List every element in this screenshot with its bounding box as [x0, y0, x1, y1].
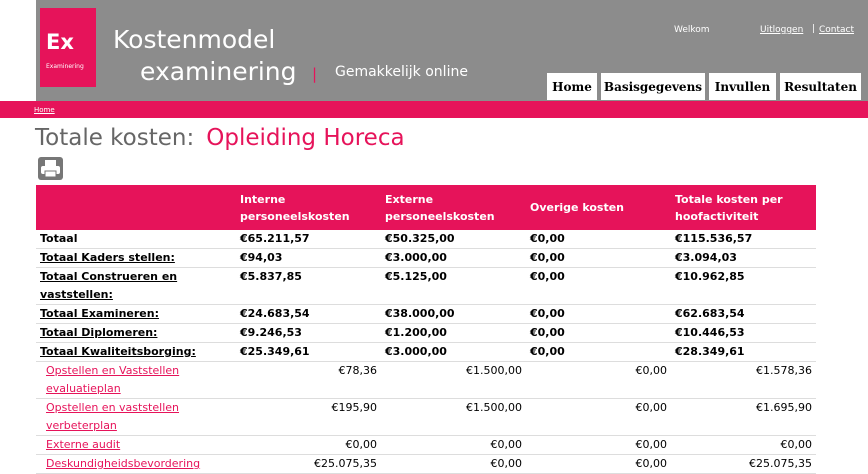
col-header-label	[36, 185, 236, 230]
cell-interne: €25.349,61	[236, 342, 381, 362]
welcome-text: Welkom	[674, 25, 710, 35]
table-row: Totaal €65.211,57 €50.325,00 €0,00 €115.…	[36, 230, 816, 249]
cell-interne: €78,36	[236, 361, 381, 399]
table-row: Totaal Kwaliteitsborging: €25.349,61 €3.…	[36, 342, 816, 362]
row-link[interactable]: Deskundigheidsbevordering	[36, 454, 236, 474]
logo: Ex Examinering	[40, 8, 96, 87]
cell-overige: €0,00	[526, 398, 671, 436]
table-header-row: Interne personeelskosten Externe persone…	[36, 185, 816, 230]
cell-totaal: €115.536,57	[671, 230, 816, 249]
cell-overige: €0,00	[526, 248, 671, 268]
cell-overige: €0,00	[526, 435, 671, 455]
row-label: Totaal Kwaliteitsborging:	[36, 342, 236, 362]
cell-interne: €65.211,57	[236, 230, 381, 249]
site-tagline: Gemakkelijk online	[335, 64, 468, 80]
cell-totaal: €0,00	[671, 435, 816, 455]
cell-overige: €0,00	[526, 361, 671, 399]
cell-externe: €1.200,00	[381, 323, 526, 343]
cell-totaal: €28.349,61	[671, 342, 816, 362]
col-header-interne: Interne personeelskosten	[240, 192, 350, 223]
row-label: Totaal	[36, 230, 236, 249]
cell-overige: €0,00	[526, 230, 671, 249]
cell-interne: €9.246,53	[236, 323, 381, 343]
row-label: Totaal Diplomeren:	[36, 323, 236, 343]
cell-interne: €195,90	[236, 398, 381, 436]
nav-basisgegevens[interactable]: Basisgegevens	[601, 73, 705, 100]
nav-invullen[interactable]: Invullen	[709, 73, 776, 100]
page-title-label: Totale kosten:	[35, 125, 195, 151]
cell-overige: €0,00	[526, 267, 671, 305]
nav-resultaten[interactable]: Resultaten	[780, 73, 861, 100]
table-row: Deskundigheidsbevordering €25.075,35 €0,…	[36, 454, 816, 474]
cell-interne: €94,03	[236, 248, 381, 268]
cell-totaal: €1.578,36	[671, 361, 816, 399]
logo-text: Ex	[46, 30, 74, 54]
cell-externe: €1.500,00	[381, 361, 526, 399]
cell-totaal: €10.962,85	[671, 267, 816, 305]
row-label: Totaal Examineren:	[36, 304, 236, 324]
table-row: Totaal Diplomeren: €9.246,53 €1.200,00 €…	[36, 323, 816, 343]
costs-table: Interne personeelskosten Externe persone…	[36, 185, 816, 474]
breadcrumb-bar	[0, 101, 868, 118]
cell-interne: €0,00	[236, 435, 381, 455]
table-row: Totaal Kaders stellen: €94,03 €3.000,00 …	[36, 248, 816, 268]
breadcrumb-home[interactable]: Home	[34, 106, 55, 114]
contact-link[interactable]: Contact	[819, 25, 854, 35]
table-row: Externe audit €0,00 €0,00 €0,00 €0,00	[36, 435, 816, 455]
cell-totaal: €25.075,35	[671, 454, 816, 474]
cell-interne: €25.075,35	[236, 454, 381, 474]
table-row: Totaal Examineren: €24.683,54 €38.000,00…	[36, 304, 816, 324]
nav-home[interactable]: Home	[547, 73, 597, 100]
cell-totaal: €10.446,53	[671, 323, 816, 343]
row-label: Totaal Construeren en vaststellen:	[36, 267, 236, 305]
print-icon[interactable]	[38, 157, 63, 180]
col-header-externe: Externe personeelskosten	[385, 192, 495, 223]
cell-overige: €0,00	[526, 454, 671, 474]
cell-overige: €0,00	[526, 342, 671, 362]
site-title-line1: Kostenmodel	[113, 25, 276, 54]
row-link[interactable]: Opstellen en Vaststellen evaluatieplan	[36, 361, 236, 399]
cell-externe: €3.000,00	[381, 342, 526, 362]
col-header-overige: Overige kosten	[530, 201, 625, 214]
cell-externe: €0,00	[381, 435, 526, 455]
cell-overige: €0,00	[526, 304, 671, 324]
logo-subtext: Examinering	[46, 63, 84, 70]
cell-interne: €5.837,85	[236, 267, 381, 305]
cell-totaal: €1.695,90	[671, 398, 816, 436]
cell-externe: €1.500,00	[381, 398, 526, 436]
col-header-totaal: Totale kosten per hoofactiviteit	[675, 192, 783, 223]
table-row: Opstellen en Vaststellen evaluatieplan €…	[36, 361, 816, 399]
cell-externe: €5.125,00	[381, 267, 526, 305]
cell-overige: €0,00	[526, 323, 671, 343]
table-row: Totaal Construeren en vaststellen: €5.83…	[36, 267, 816, 305]
cell-externe: €0,00	[381, 454, 526, 474]
row-link[interactable]: Externe audit	[36, 435, 236, 455]
site-title-line2: examinering	[140, 57, 297, 86]
cell-totaal: €3.094,03	[671, 248, 816, 268]
logout-link[interactable]: Uitloggen	[760, 25, 803, 35]
cell-externe: €50.325,00	[381, 230, 526, 249]
page-title: Totale kosten: Opleiding Horeca	[35, 125, 405, 151]
top-link-separator: |	[812, 24, 816, 34]
table-row: Opstellen en vaststellen verbeterplan €1…	[36, 398, 816, 436]
cell-interne: €24.683,54	[236, 304, 381, 324]
title-separator: |	[312, 65, 318, 83]
cell-totaal: €62.683,54	[671, 304, 816, 324]
page-subtitle: Opleiding Horeca	[206, 125, 405, 151]
cell-externe: €38.000,00	[381, 304, 526, 324]
header-left-margin	[0, 0, 36, 101]
row-label: Totaal Kaders stellen:	[36, 248, 236, 268]
cell-externe: €3.000,00	[381, 248, 526, 268]
row-link[interactable]: Opstellen en vaststellen verbeterplan	[36, 398, 236, 436]
